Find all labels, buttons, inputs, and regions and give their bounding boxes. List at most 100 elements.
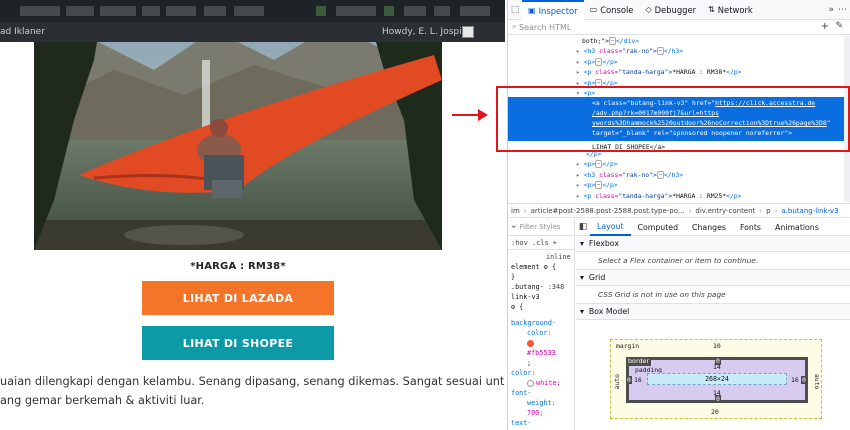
padding-bottom-value[interactable]: 14 bbox=[713, 389, 721, 397]
inline-label: inline bbox=[546, 253, 571, 261]
devtools-tabbar: ⬚ ▣ Inspector ▭ Console ◇ Debugger ⇅ Net… bbox=[508, 0, 850, 20]
breadcrumb-item[interactable]: div.entry-content bbox=[695, 207, 755, 215]
admin-bar-item[interactable]: ad Iklaner bbox=[0, 27, 45, 37]
flexbox-section-header[interactable]: ▾ Flexbox bbox=[576, 236, 850, 252]
border-left-value[interactable]: 0 bbox=[626, 376, 632, 384]
breadcrumb-item[interactable]: im bbox=[511, 207, 520, 215]
browser-top-bar bbox=[0, 0, 505, 22]
chevron-right-icon: › bbox=[688, 206, 692, 215]
wp-admin-bar[interactable]: ad Iklaner Howdy, E. L. Jospin bbox=[0, 22, 505, 42]
chevron-right-icon[interactable]: » bbox=[828, 5, 834, 15]
css-value[interactable]: white; bbox=[527, 378, 561, 388]
tab-fonts[interactable]: Fonts bbox=[733, 219, 768, 236]
tab-animations[interactable]: Animations bbox=[768, 219, 826, 236]
padding-right-value[interactable]: 16 bbox=[791, 376, 799, 384]
filter-icon: ⏷ bbox=[511, 223, 517, 231]
markup-line[interactable]: ▸ <p class="tanda-harga">*HARGA : RM38*<… bbox=[576, 67, 742, 78]
hov-toggle[interactable]: :hov bbox=[511, 238, 528, 248]
margin-bottom-value[interactable]: 20 bbox=[711, 408, 719, 416]
box-model-diagram[interactable]: margin 10 20 auto auto border 0 0 0 0 pa… bbox=[610, 339, 822, 419]
css-property[interactable]: weight: bbox=[527, 398, 556, 408]
chevron-down-icon: ▾ bbox=[580, 307, 584, 316]
tab-computed[interactable]: Computed bbox=[631, 219, 686, 236]
element-picker-icon[interactable]: ⬚ bbox=[508, 5, 522, 15]
breadcrumb-item[interactable]: a.butang-link-v3 bbox=[781, 207, 838, 215]
border-right-value[interactable]: 0 bbox=[801, 376, 807, 384]
markup-line[interactable]: ▸ <h3 class="rak-no"> ⋯ </h3> bbox=[576, 170, 683, 181]
css-value[interactable]: #fb5533 bbox=[527, 348, 556, 358]
tab-debugger[interactable]: ◇ Debugger bbox=[639, 0, 702, 20]
tab-label: Inspector bbox=[538, 5, 578, 16]
admin-howdy-label[interactable]: Howdy, E. L. Jospin bbox=[382, 27, 467, 37]
console-icon: ▭ bbox=[589, 5, 598, 14]
margin-label: margin bbox=[616, 342, 640, 350]
chevron-right-icon: › bbox=[774, 206, 778, 215]
filter-styles-input[interactable]: Filter Styles bbox=[520, 222, 561, 232]
html-search-bar[interactable]: ⌕ Search HTML + ✎ bbox=[508, 20, 850, 35]
eyedropper-icon[interactable]: ✎ bbox=[835, 21, 843, 31]
markup-line[interactable]: ▸ <p> ⋯ </p> bbox=[576, 57, 618, 68]
add-rule-icon[interactable]: + bbox=[553, 238, 557, 248]
box-content-size[interactable]: 268×24 bbox=[647, 373, 787, 385]
rule-selector: link-v3 bbox=[511, 293, 540, 301]
toggle-sidebar-icon[interactable]: ◧ bbox=[576, 222, 590, 232]
lazada-button[interactable]: LIHAT DI LAZADA bbox=[142, 281, 334, 315]
description-line: ang gemar berkemah & aktiviti luar. bbox=[0, 394, 205, 407]
search-input[interactable]: Search HTML bbox=[519, 23, 571, 32]
chevron-down-icon: ▾ bbox=[580, 239, 584, 248]
color-swatch-icon[interactable] bbox=[527, 379, 534, 387]
add-node-icon[interactable]: + bbox=[821, 21, 829, 32]
rule-selector: .butang- :348 bbox=[511, 283, 565, 291]
tab-label: Debugger bbox=[654, 4, 697, 15]
breadcrumb-item[interactable]: article#post-2588.post-2588.post.type-po… bbox=[531, 207, 685, 215]
cls-toggle[interactable]: .cls bbox=[532, 238, 549, 248]
screenshot-root: ad Iklaner Howdy, E. L. Jospin *HARGA : … bbox=[0, 0, 850, 430]
css-property[interactable]: color: bbox=[527, 328, 552, 338]
gear-icon[interactable]: ⚙ { bbox=[511, 302, 523, 312]
tab-label: Console bbox=[600, 4, 634, 15]
margin-right-value[interactable]: auto bbox=[813, 374, 821, 389]
margin-top-value[interactable]: 10 bbox=[713, 342, 721, 350]
tab-changes[interactable]: Changes bbox=[685, 219, 733, 236]
color-swatch-icon[interactable] bbox=[527, 339, 534, 347]
filter-styles-bar[interactable]: ⏷ Filter Styles bbox=[508, 219, 574, 236]
css-value[interactable]: 700; bbox=[527, 408, 543, 418]
markup-line[interactable]: ▸ <h3 class="rak-no"> ⋯ </h3> bbox=[576, 46, 683, 57]
markup-line[interactable]: both;"> ⋯ </div> bbox=[582, 36, 639, 47]
shopee-button[interactable]: LIHAT DI SHOPEE bbox=[142, 326, 334, 360]
tab-label: Network bbox=[717, 4, 753, 15]
breadcrumb: im › article#post-2588.post-2588.post.ty… bbox=[508, 203, 850, 218]
padding-top-value[interactable]: 14 bbox=[713, 363, 721, 371]
tab-layout[interactable]: Layout bbox=[590, 219, 631, 236]
layout-panel: ◧ Layout Computed Changes Fonts Animatio… bbox=[576, 219, 850, 430]
css-property[interactable]: background- bbox=[511, 318, 556, 328]
boxmodel-section-header[interactable]: ▾ Box Model bbox=[576, 304, 850, 320]
webpage-viewport: ad Iklaner Howdy, E. L. Jospin *HARGA : … bbox=[0, 0, 505, 430]
tab-console[interactable]: ▭ Console bbox=[584, 0, 640, 20]
rules-toolbar: :hov .cls + bbox=[508, 236, 574, 250]
chevron-down-icon: ▾ bbox=[580, 273, 584, 282]
css-semicolon: ; bbox=[527, 359, 532, 367]
css-property[interactable]: color: bbox=[511, 368, 536, 378]
tab-inspector[interactable]: ▣ Inspector bbox=[522, 0, 584, 20]
element-selector: element ⚙ { bbox=[511, 263, 557, 271]
search-icon: ⌕ bbox=[512, 22, 520, 31]
grid-section-header[interactable]: ▾ Grid bbox=[576, 270, 850, 286]
chevron-right-icon: › bbox=[523, 206, 527, 215]
avatar[interactable] bbox=[462, 26, 474, 38]
more-options-icon[interactable]: ⋯ bbox=[838, 5, 847, 15]
css-property[interactable]: text- bbox=[511, 418, 531, 428]
section-title: Grid bbox=[588, 273, 606, 282]
breadcrumb-item[interactable]: p bbox=[766, 207, 770, 215]
css-value[interactable] bbox=[527, 338, 536, 348]
rule-brace: } bbox=[511, 273, 516, 281]
margin-left-value[interactable]: auto bbox=[613, 374, 621, 389]
markup-line[interactable]: ▸ <p class="tanda-harga">*HARGA : RM25*<… bbox=[576, 191, 742, 202]
chevron-right-icon: › bbox=[759, 206, 763, 215]
css-property[interactable]: font- bbox=[511, 388, 531, 398]
padding-left-value[interactable]: 16 bbox=[634, 376, 642, 384]
section-title: Flexbox bbox=[588, 239, 619, 248]
markup-line[interactable]: ▸ <p> ⋯ </p> bbox=[576, 180, 618, 191]
tab-network[interactable]: ⇅ Network bbox=[702, 0, 759, 20]
markup-line[interactable]: ▸ <p> ⋯ </p> bbox=[576, 159, 618, 170]
